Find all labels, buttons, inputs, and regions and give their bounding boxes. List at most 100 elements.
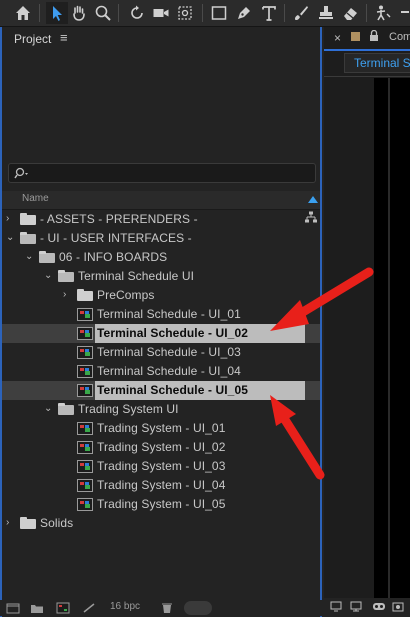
home-icon[interactable] xyxy=(12,2,34,24)
tree-item-label: Terminal Schedule - UI_05 xyxy=(97,383,248,397)
search-icon[interactable] xyxy=(14,166,30,180)
always-preview-icon[interactable] xyxy=(330,601,342,615)
type-tool-icon[interactable] xyxy=(258,2,280,24)
folder-icon xyxy=(39,251,55,263)
composition-row[interactable]: Terminal Schedule - UI_04 xyxy=(2,362,320,381)
composition-row[interactable]: Trading System - UI_01 xyxy=(2,419,320,438)
composition-row[interactable]: Terminal Schedule - UI_05 xyxy=(2,381,320,400)
chevron-right-icon[interactable]: › xyxy=(6,213,16,225)
camera-tool-icon[interactable] xyxy=(150,2,172,24)
tree-item-label: Terminal Schedule UI xyxy=(78,269,195,283)
brush-tool-icon[interactable] xyxy=(290,2,312,24)
rectangle-tool-icon[interactable] xyxy=(208,2,230,24)
pan-behind-tool-icon[interactable] xyxy=(174,2,196,24)
chevron-right-icon[interactable]: › xyxy=(6,517,16,529)
tree-item-label: Trading System - UI_03 xyxy=(97,459,226,473)
monitor-icon[interactable] xyxy=(350,601,362,615)
folder-row[interactable]: ⌄ Terminal Schedule UI xyxy=(2,267,320,286)
sort-ascending-icon[interactable] xyxy=(308,196,318,203)
tree-item-label: Terminal Schedule - UI_01 xyxy=(97,307,241,321)
bit-depth-button[interactable]: 16 bpc xyxy=(110,601,140,612)
snapshot-icon[interactable] xyxy=(392,601,404,615)
scroll-thumb[interactable] xyxy=(184,601,212,615)
project-settings-icon[interactable] xyxy=(82,602,96,614)
rotation-tool-icon[interactable] xyxy=(126,2,148,24)
panel-focus-border xyxy=(324,49,410,51)
comp-tab-label: Terminal Sche xyxy=(354,56,410,70)
tree-item-label: Terminal Schedule - UI_03 xyxy=(97,345,241,359)
composition-icon xyxy=(77,384,93,397)
composition-row[interactable]: Trading System - UI_05 xyxy=(2,495,320,514)
trash-icon[interactable] xyxy=(160,602,174,614)
interpret-footage-icon[interactable] xyxy=(6,602,20,614)
project-bottom-bar: 16 bpc xyxy=(0,600,322,616)
hand-tool-icon[interactable] xyxy=(68,2,90,24)
composition-tab-title[interactable]: Comp xyxy=(389,31,410,43)
column-header[interactable]: Name xyxy=(2,191,320,210)
eraser-tool-icon[interactable] xyxy=(340,2,362,24)
tools-toolbar xyxy=(0,0,410,27)
label-color-swatch[interactable] xyxy=(351,32,360,41)
chevron-right-icon[interactable]: › xyxy=(63,289,73,301)
new-composition-icon[interactable] xyxy=(56,602,70,614)
folder-row[interactable]: › - ASSETS - PRERENDERS - xyxy=(2,210,320,229)
composition-row[interactable]: Trading System - UI_04 xyxy=(2,476,320,495)
composition-row[interactable]: Terminal Schedule - UI_01 xyxy=(2,305,320,324)
composition-icon xyxy=(77,327,93,340)
puppet-tool-icon[interactable] xyxy=(372,2,394,24)
divider xyxy=(324,76,410,77)
selection-tool-icon[interactable] xyxy=(46,2,68,24)
folder-row[interactable]: ⌄ 06 - INFO BOARDS xyxy=(2,248,320,267)
folder-row[interactable]: › PreComps xyxy=(2,286,320,305)
tree-item-label: PreComps xyxy=(97,288,155,302)
tree-item-label: Trading System - UI_04 xyxy=(97,478,226,492)
tree-item-label: - ASSETS - PRERENDERS - xyxy=(40,212,198,226)
viewer-bottom-bar xyxy=(324,598,410,616)
tree-item-label: Trading System - UI_01 xyxy=(97,421,226,435)
tree-item-label: 06 - INFO BOARDS xyxy=(59,250,168,264)
zoom-tool-icon[interactable] xyxy=(92,2,114,24)
new-folder-icon[interactable] xyxy=(30,602,44,614)
composition-viewer[interactable] xyxy=(374,78,410,598)
chevron-down-icon[interactable]: ⌄ xyxy=(25,251,35,263)
composition-panel: × Comp Terminal Sche xyxy=(324,27,410,616)
folder-row[interactable]: ⌄ Trading System UI xyxy=(2,400,320,419)
composition-row[interactable]: Terminal Schedule - UI_02 xyxy=(2,324,320,343)
panel-header: Project ≡ xyxy=(0,27,322,51)
search-input[interactable] xyxy=(8,163,316,183)
tree-item-label: Terminal Schedule - UI_04 xyxy=(97,364,241,378)
chevron-down-icon[interactable]: ⌄ xyxy=(44,270,54,282)
folder-icon xyxy=(20,232,36,244)
clone-stamp-tool-icon[interactable] xyxy=(315,2,337,24)
folder-icon xyxy=(20,213,36,225)
roto-tool-icon[interactable] xyxy=(397,2,410,24)
folder-icon xyxy=(77,289,93,301)
composition-icon xyxy=(77,498,93,511)
folder-icon xyxy=(58,270,74,282)
close-icon[interactable]: × xyxy=(334,31,341,45)
lock-icon[interactable] xyxy=(369,30,379,42)
chevron-down-icon[interactable]: ⌄ xyxy=(44,403,54,415)
tree-item-label: Trading System - UI_05 xyxy=(97,497,226,511)
panel-title[interactable]: Project xyxy=(14,32,51,46)
composition-icon xyxy=(77,479,93,492)
project-panel: Project ≡ Name › - ASSETS - PRERENDERS - ⌄… xyxy=(0,27,322,617)
name-column-label[interactable]: Name xyxy=(22,193,49,204)
folder-icon xyxy=(20,517,36,529)
tree-item-label: Terminal Schedule - UI_02 xyxy=(97,326,248,340)
tree-item-label: Trading System - UI_02 xyxy=(97,440,226,454)
comp-tab[interactable]: Terminal Sche xyxy=(344,53,410,73)
composition-row[interactable]: Trading System - UI_03 xyxy=(2,457,320,476)
pen-tool-icon[interactable] xyxy=(233,2,255,24)
viewer-edge xyxy=(388,78,390,598)
composition-row[interactable]: Trading System - UI_02 xyxy=(2,438,320,457)
chevron-down-icon[interactable]: ⌄ xyxy=(6,232,16,244)
composition-icon xyxy=(77,308,93,321)
vr-goggles-icon[interactable] xyxy=(372,601,386,615)
panel-menu-icon[interactable]: ≡ xyxy=(60,30,68,45)
folder-row[interactable]: ⌄ - UI - USER INTERFACES - xyxy=(2,229,320,248)
composition-icon xyxy=(77,460,93,473)
folder-row[interactable]: › Solids xyxy=(2,514,320,533)
composition-row[interactable]: Terminal Schedule - UI_03 xyxy=(2,343,320,362)
composition-icon xyxy=(77,422,93,435)
